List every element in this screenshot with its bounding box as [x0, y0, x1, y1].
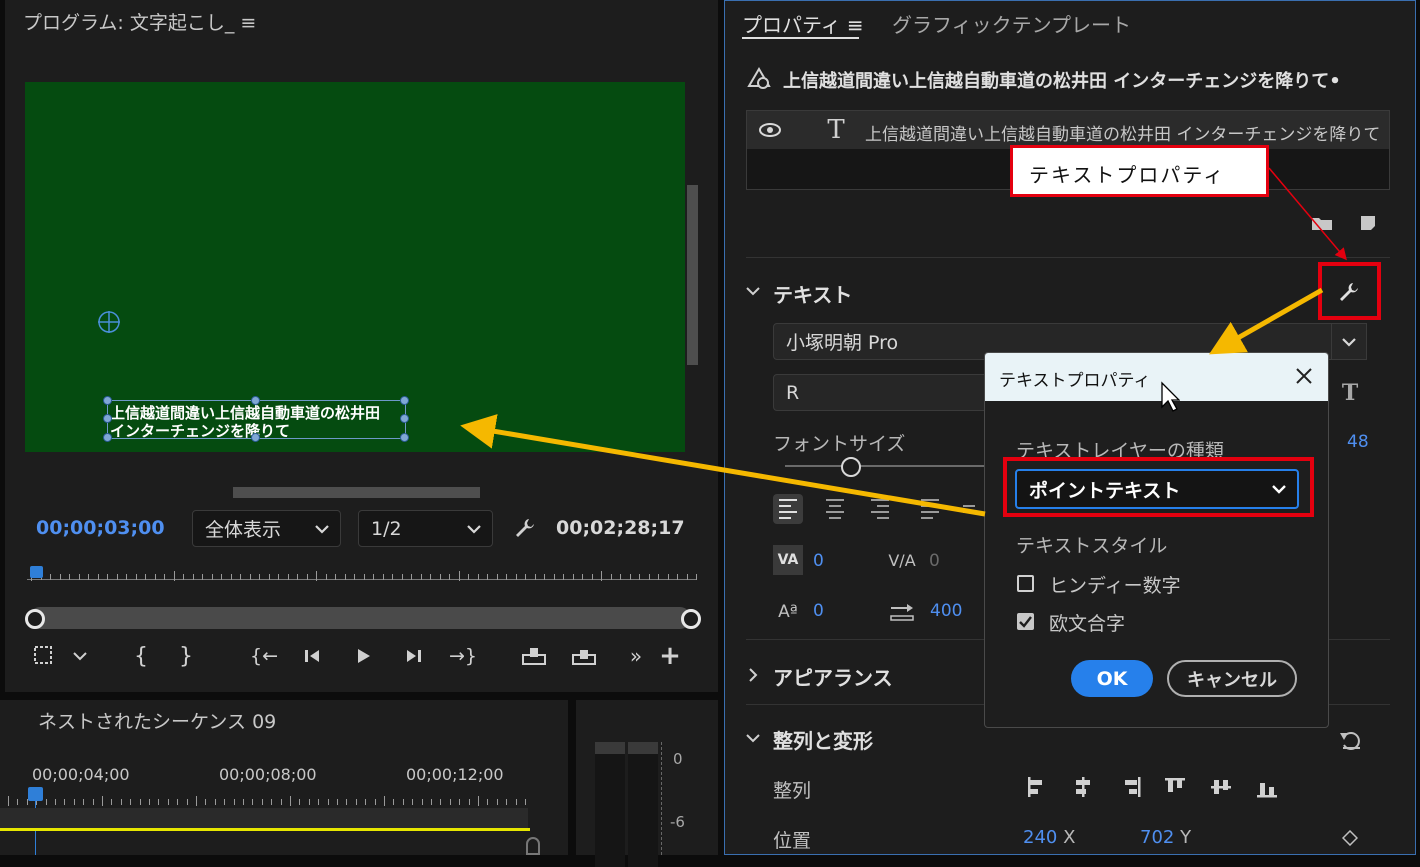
arrow-to-dialog [1208, 287, 1324, 355]
annotation-arrows [460, 167, 1347, 517]
callout-connector-arrow [1268, 167, 1347, 261]
arrow-to-caption [460, 414, 986, 517]
